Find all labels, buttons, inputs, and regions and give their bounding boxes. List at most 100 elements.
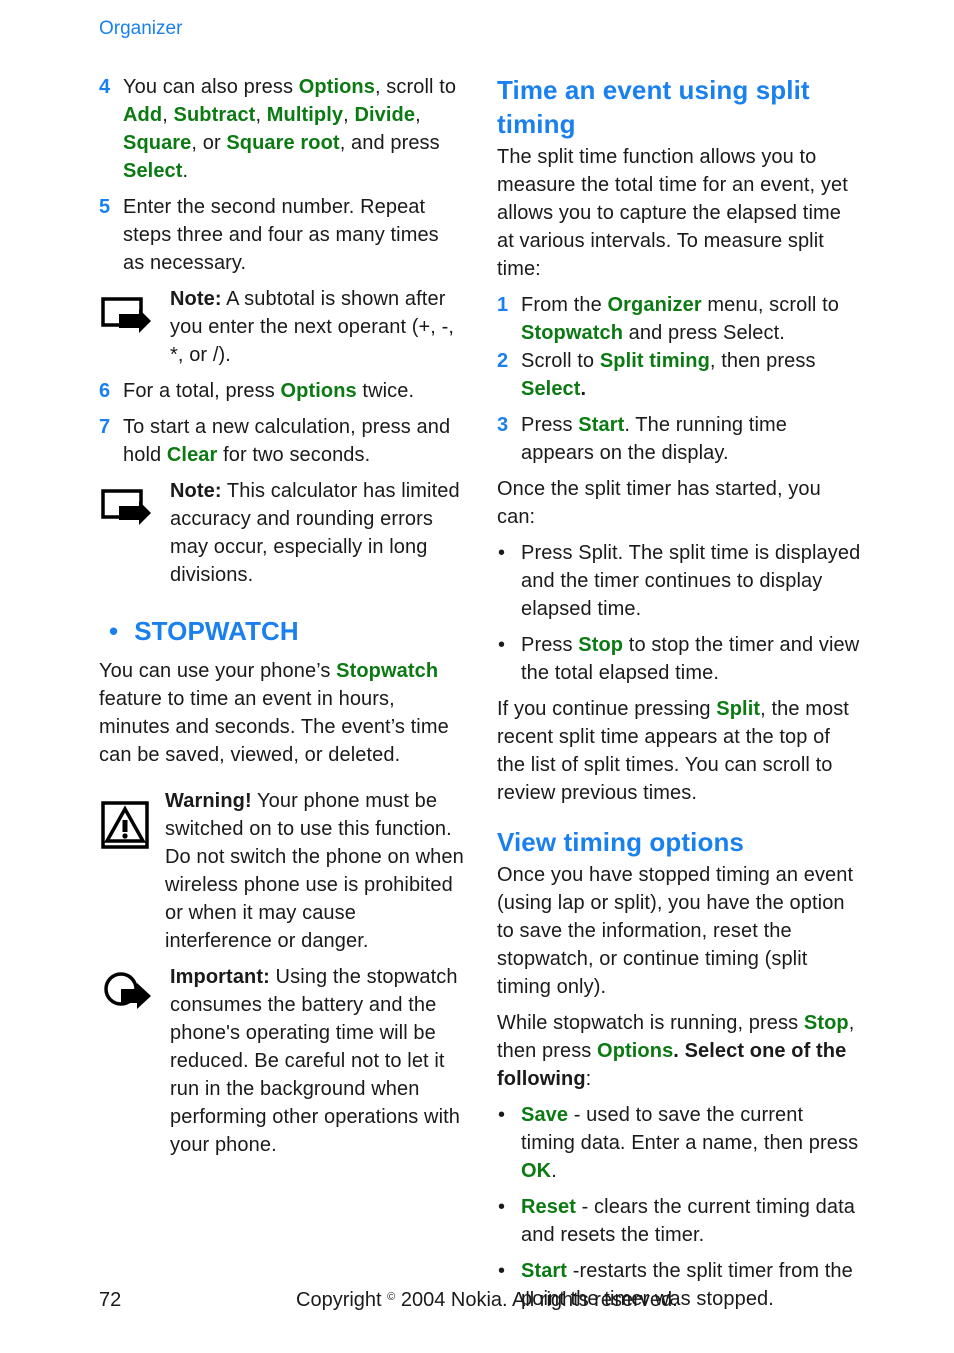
text: For a total, press [123,380,281,402]
keyword-stopwatch: Stopwatch [336,660,439,682]
important-text: Using the stopwatch consumes the battery… [170,966,461,1156]
text: You can also press [123,76,299,98]
text: : [585,1068,592,1090]
keyword-select: Select [521,378,581,400]
keyword-split: Split [716,698,761,720]
step-number: 5 [99,196,111,218]
right-column: Time an event using split timing The spl… [497,73,862,1321]
heading-view-timing: View timing options [497,827,744,857]
text: , [255,104,267,126]
section-title-stopwatch: • STOPWATCH [109,617,464,645]
text: , [415,104,421,126]
text: Copyright [296,1289,388,1311]
step-number: 4 [99,76,111,98]
keyword-save: Save [521,1104,569,1126]
keyword-clear: Clear [166,444,218,466]
keyword-stop: Stop [578,634,624,656]
step-number: 7 [99,416,111,438]
text: From the [521,294,608,316]
view-intro: Once you have stopped timing an event (u… [497,864,854,998]
step-number: 1 [497,294,509,316]
note-label: Note: [170,480,222,502]
split-step-3: 3 Press Start. The running time appears … [497,411,862,467]
text: Scroll to [521,350,600,372]
text: menu, scroll to [701,294,839,316]
page-number: 72 [99,1289,122,1311]
section-title-text: STOPWATCH [134,616,299,646]
keyword-stop: Stop [803,1012,849,1034]
text: . [182,160,189,182]
keyword-ok: OK [521,1160,552,1182]
copyright: Copyright © 2004 Nokia. All rights reser… [296,1289,678,1312]
stopwatch-intro: You can use your phone’s Stopwatch featu… [99,657,464,769]
keyword-start: Start [521,1260,568,1282]
text: . [551,1160,557,1182]
note-accuracy: Note: This calculator has limited accura… [99,477,464,589]
warning-text: Your phone must be switched on to use th… [165,790,464,952]
bullet: • [498,1104,506,1126]
split-step-1: 1 From the Organizer menu, scroll to Sto… [497,291,862,347]
bullet: • [498,1260,506,1282]
note-icon [101,489,151,525]
text: 2004 Nokia. All rights reserved. [395,1289,678,1311]
text: , [162,104,174,126]
step-number: 2 [497,350,509,372]
keyword-split-timing: Split timing [599,350,710,372]
keyword-options: Options [298,76,375,98]
note-subtotal: Note: A subtotal is shown after you ente… [99,285,464,369]
text: for two seconds. [217,444,371,466]
warning-label: Warning! [165,790,252,812]
keyword-square-root: Square root [226,132,340,154]
bullet: • [109,616,119,646]
text: twice. [356,380,415,402]
keyword-stopwatch: Stopwatch [521,322,624,344]
keyword-square: Square [123,132,192,154]
note-icon [101,297,151,333]
text: If you continue pressing [497,698,717,720]
left-column: 4 You can also press Options, scroll to … [99,73,464,1167]
text: , scroll to [374,76,457,98]
important-block: Important: Using the stopwatch consumes … [99,963,464,1159]
text: , [343,104,355,126]
step-number: 3 [497,414,509,436]
keyword-select: Select [123,160,183,182]
heading-split-timing: Time an event using split timing [497,75,810,139]
keyword-options: Options [280,380,357,402]
split-intro: The split time function allows you to me… [497,146,848,280]
text: Press [521,634,579,656]
split-bullet-2: • Press Stop to stop the timer and view … [497,631,862,687]
view-bullet-save: • Save - used to save the current timing… [497,1101,862,1185]
step-4: 4 You can also press Options, scroll to … [99,73,464,185]
text: . [580,378,587,400]
important-icon [104,972,151,1009]
copyright-symbol: © [387,1291,396,1303]
text: , and press [339,132,440,154]
text: , then press [709,350,816,372]
text: You can use your phone’s [99,660,337,682]
bullet: • [498,542,506,564]
step-number: 6 [99,380,111,402]
split-once: Once the split timer has started, you ca… [497,478,821,528]
text: - used to save the current timing data. … [521,1104,859,1154]
keyword-reset: Reset [521,1196,576,1218]
text: While stopwatch is running, press [497,1012,804,1034]
text: and press Select. [623,322,785,344]
keyword-organizer: Organizer [607,294,702,316]
split-step-2: 2 Scroll to Split timing, then press Sel… [497,347,862,403]
step-5: 5 Enter the second number. Repeat steps … [99,193,464,277]
keyword-options: Options [597,1040,674,1062]
keyword-start: Start [578,414,625,436]
text: Press [521,414,579,436]
split-bullet-1: • Press Split. The split time is display… [497,539,862,623]
text: , or [191,132,227,154]
view-while: While stopwatch is running, press Stop, … [497,1009,862,1093]
keyword-subtract: Subtract [173,104,256,126]
step-text: Enter the second number. Repeat steps th… [123,196,439,274]
view-bullet-reset: • Reset - clears the current timing data… [497,1193,862,1249]
bullet: • [498,1196,506,1218]
bullet-text: Press Split. The split time is displayed… [521,542,861,620]
keyword-add: Add [123,104,163,126]
running-header: Organizer [99,18,183,39]
keyword-multiply: Multiply [266,104,344,126]
step-7: 7 To start a new calculation, press and … [99,413,464,469]
